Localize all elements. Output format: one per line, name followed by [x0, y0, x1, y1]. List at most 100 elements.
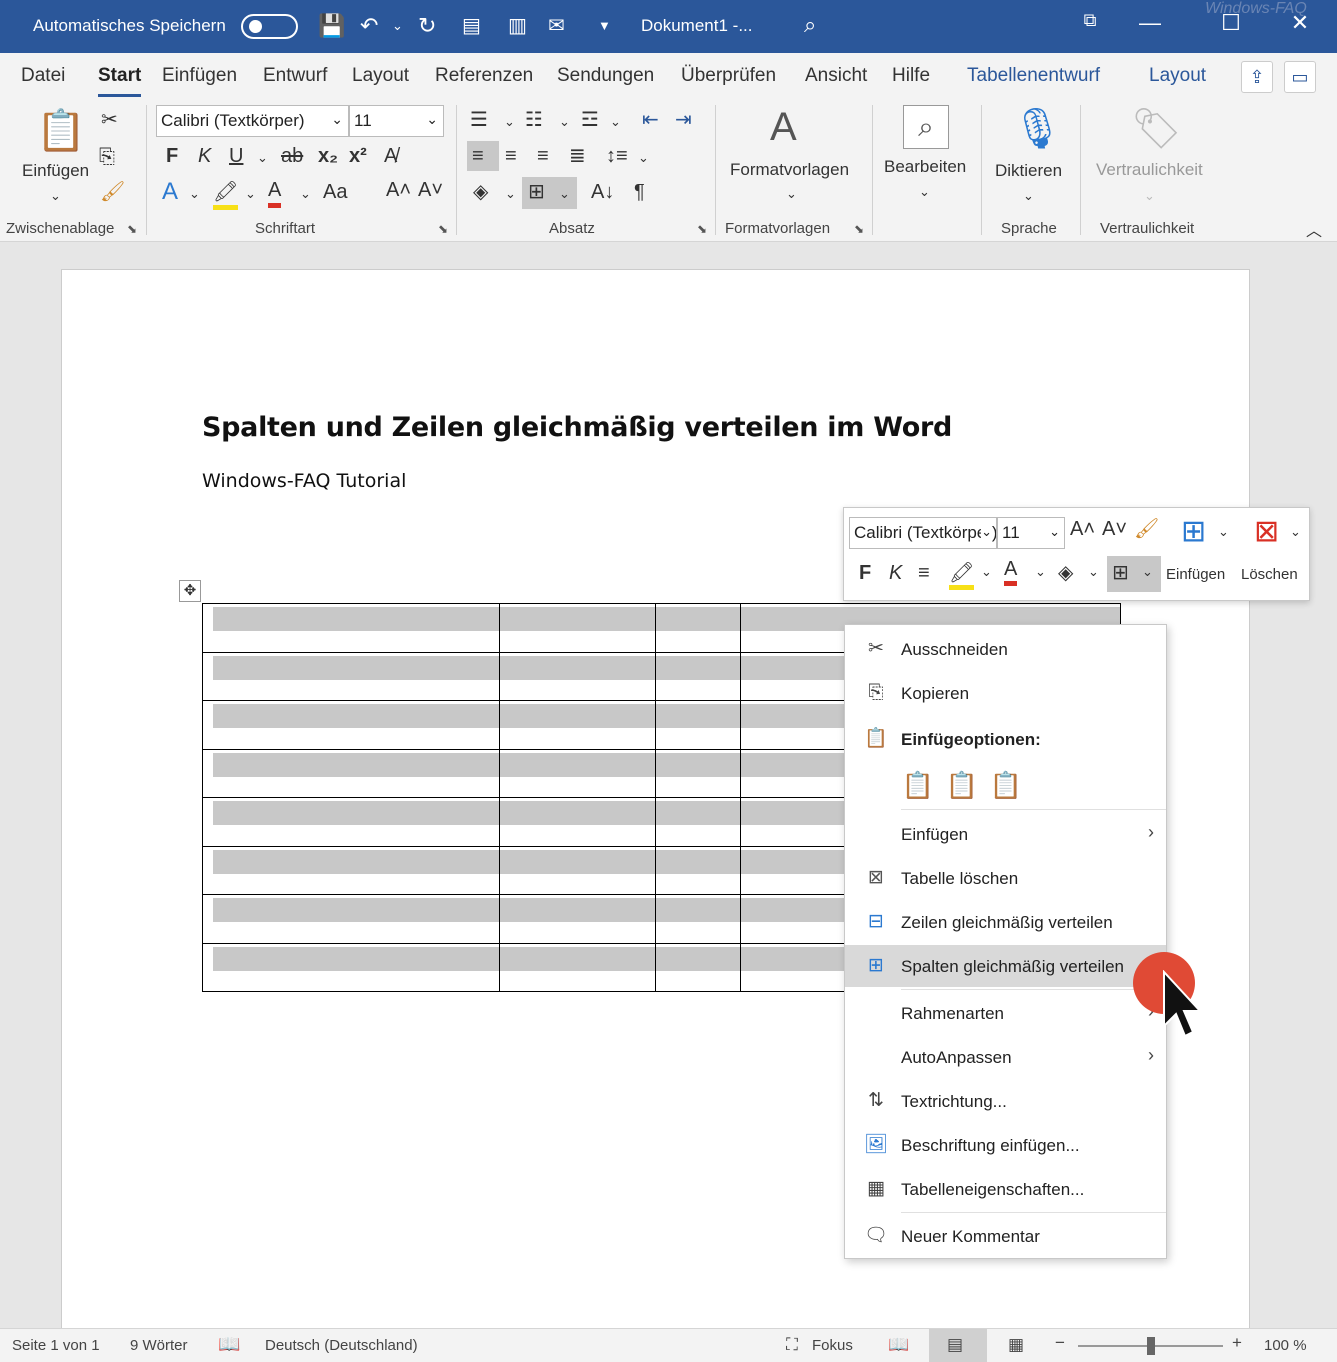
- table-cell[interactable]: [499, 845, 656, 895]
- italic-button[interactable]: K: [198, 143, 211, 169]
- underline-button[interactable]: U: [229, 143, 243, 169]
- autosave-toggle[interactable]: [241, 14, 298, 39]
- collapse-ribbon-icon[interactable]: ︿: [1306, 219, 1322, 245]
- text-effects-dropdown-icon[interactable]: ⌄: [189, 181, 200, 207]
- mini-shrink-font-icon[interactable]: A˅: [1102, 518, 1127, 541]
- menu-item-insert[interactable]: Einfügen ›: [845, 813, 1166, 855]
- align-left-icon[interactable]: ≡: [472, 143, 484, 169]
- paste-icon[interactable]: 📋: [36, 107, 86, 154]
- print-layout-icon[interactable]: ▤: [947, 1335, 963, 1355]
- dictate-dropdown-icon[interactable]: ⌄: [1023, 183, 1034, 209]
- table-cell[interactable]: [655, 942, 741, 992]
- menu-item-borders[interactable]: Rahmenarten ›: [845, 992, 1166, 1034]
- tab-table-layout[interactable]: Layout: [1149, 65, 1206, 87]
- save-icon[interactable]: 💾: [318, 10, 345, 42]
- increase-indent-icon[interactable]: ⇥: [675, 107, 692, 133]
- font-color-dropdown-icon[interactable]: ⌄: [300, 181, 311, 207]
- tab-sendungen[interactable]: Sendungen: [557, 65, 654, 87]
- font-launcher-icon[interactable]: ⬊: [438, 222, 448, 236]
- table-cell[interactable]: [655, 651, 741, 701]
- mini-highlight-dropdown-icon[interactable]: ⌄: [981, 564, 992, 580]
- word-count[interactable]: 9 Wörter: [130, 1337, 188, 1354]
- show-marks-icon[interactable]: ¶: [634, 179, 645, 205]
- subscript-button[interactable]: x₂: [318, 143, 338, 169]
- microphone-icon[interactable]: 🎙: [1012, 105, 1063, 152]
- table-cell[interactable]: [202, 894, 500, 944]
- menu-item-distribute-rows[interactable]: ⊟ Zeilen gleichmäßig verteilen: [845, 901, 1166, 943]
- mini-highlight-icon[interactable]: 🖍: [949, 560, 975, 590]
- mini-borders-dropdown-icon[interactable]: ⌄: [1142, 564, 1153, 580]
- table-cell[interactable]: [202, 845, 500, 895]
- mini-font-color-dropdown-icon[interactable]: ⌄: [1035, 564, 1046, 580]
- dictate-button[interactable]: Diktieren: [995, 161, 1062, 181]
- text-effects-icon[interactable]: A: [162, 179, 178, 205]
- clipboard-launcher-icon[interactable]: ⬊: [127, 222, 137, 236]
- table-cell[interactable]: [202, 700, 500, 750]
- numbering-icon[interactable]: ☷: [525, 107, 543, 133]
- menu-item-distribute-columns[interactable]: ⊞ Spalten gleichmäßig verteilen: [845, 945, 1166, 987]
- table-cell[interactable]: [655, 894, 741, 944]
- tab-layout[interactable]: Layout: [352, 65, 409, 87]
- multilevel-list-icon[interactable]: ☲: [581, 107, 599, 133]
- menu-item-insert-caption[interactable]: 🖼 Beschriftung einfügen...: [845, 1124, 1166, 1166]
- table-cell[interactable]: [655, 603, 741, 653]
- multilevel-dropdown-icon[interactable]: ⌄: [610, 109, 621, 135]
- tab-ansicht[interactable]: Ansicht: [805, 65, 867, 87]
- numbering-dropdown-icon[interactable]: ⌄: [559, 109, 570, 135]
- zoom-slider-thumb[interactable]: [1147, 1337, 1155, 1355]
- table-cell[interactable]: [499, 748, 656, 798]
- table-cell[interactable]: [499, 603, 656, 653]
- highlight-icon[interactable]: 🖍: [213, 179, 239, 210]
- menu-item-delete-table[interactable]: ⊠ Tabelle löschen: [845, 857, 1166, 899]
- line-spacing-icon[interactable]: ↕≡: [606, 143, 628, 169]
- strikethrough-button[interactable]: ab: [281, 143, 303, 169]
- tab-hilfe[interactable]: Hilfe: [892, 65, 930, 87]
- language-status[interactable]: Deutsch (Deutschland): [265, 1337, 418, 1354]
- undo-icon[interactable]: ↶: [360, 10, 378, 42]
- comments-icon[interactable]: ▭: [1284, 61, 1316, 93]
- paste-keep-formatting-icon[interactable]: 📋: [901, 767, 935, 803]
- format-painter-icon[interactable]: 🖌: [100, 179, 125, 205]
- focus-icon[interactable]: ⛶: [786, 1335, 798, 1355]
- table-cell[interactable]: [499, 894, 656, 944]
- font-color-icon[interactable]: A: [268, 177, 282, 208]
- redo-icon[interactable]: ↻: [418, 10, 436, 42]
- table-cell[interactable]: [202, 748, 500, 798]
- table-cell[interactable]: [655, 748, 741, 798]
- styles-icon[interactable]: A: [770, 105, 797, 150]
- table-cell[interactable]: [499, 700, 656, 750]
- undo-dropdown-icon[interactable]: ⌄: [392, 10, 403, 42]
- edit-dropdown-icon[interactable]: ⌄: [919, 179, 930, 205]
- font-name-combo[interactable]: Calibri (Textkörper) ⌄: [156, 105, 349, 137]
- menu-item-table-properties[interactable]: ▦ Tabelleneigenschaften...: [845, 1168, 1166, 1210]
- mini-grow-font-icon[interactable]: A˄: [1070, 518, 1095, 541]
- mini-bold-button[interactable]: F: [859, 562, 871, 585]
- find-icon[interactable]: ⌕: [903, 105, 949, 149]
- tab-entwurf[interactable]: Entwurf: [263, 65, 327, 87]
- ribbon-display-icon[interactable]: ⧉: [1070, 10, 1110, 31]
- web-layout-icon[interactable]: ▦: [1008, 1335, 1024, 1355]
- table-cell[interactable]: [202, 651, 500, 701]
- document-title[interactable]: Dokument1 -...: [641, 16, 753, 36]
- table-cell[interactable]: [655, 700, 741, 750]
- shrink-font-icon[interactable]: A˅: [418, 177, 443, 203]
- styles-button[interactable]: Formatvorlagen: [730, 160, 849, 180]
- table-cell[interactable]: [202, 797, 500, 847]
- mini-shading-icon[interactable]: ◈: [1058, 560, 1073, 585]
- mini-insert-dropdown-icon[interactable]: ⌄: [1218, 524, 1229, 540]
- proofing-icon[interactable]: 📖: [218, 1334, 240, 1355]
- mini-delete-button[interactable]: Löschen: [1241, 566, 1298, 583]
- minimize-icon[interactable]: —: [1130, 10, 1170, 36]
- table-cell[interactable]: [655, 797, 741, 847]
- tab-referenzen[interactable]: Referenzen: [435, 65, 533, 87]
- paragraph-launcher-icon[interactable]: ⬊: [697, 222, 707, 236]
- search-icon[interactable]: ⌕: [804, 12, 816, 38]
- tab-einfuegen[interactable]: Einfügen: [162, 65, 237, 87]
- zoom-out-icon[interactable]: −: [1055, 1333, 1065, 1353]
- mini-shading-dropdown-icon[interactable]: ⌄: [1088, 564, 1099, 580]
- borders-icon[interactable]: ⊞: [528, 179, 545, 205]
- styles-launcher-icon[interactable]: ⬊: [854, 222, 864, 236]
- table-move-handle-icon[interactable]: ✥: [179, 580, 201, 602]
- compare-icon[interactable]: ▤: [462, 10, 481, 42]
- tab-start[interactable]: Start: [98, 65, 142, 97]
